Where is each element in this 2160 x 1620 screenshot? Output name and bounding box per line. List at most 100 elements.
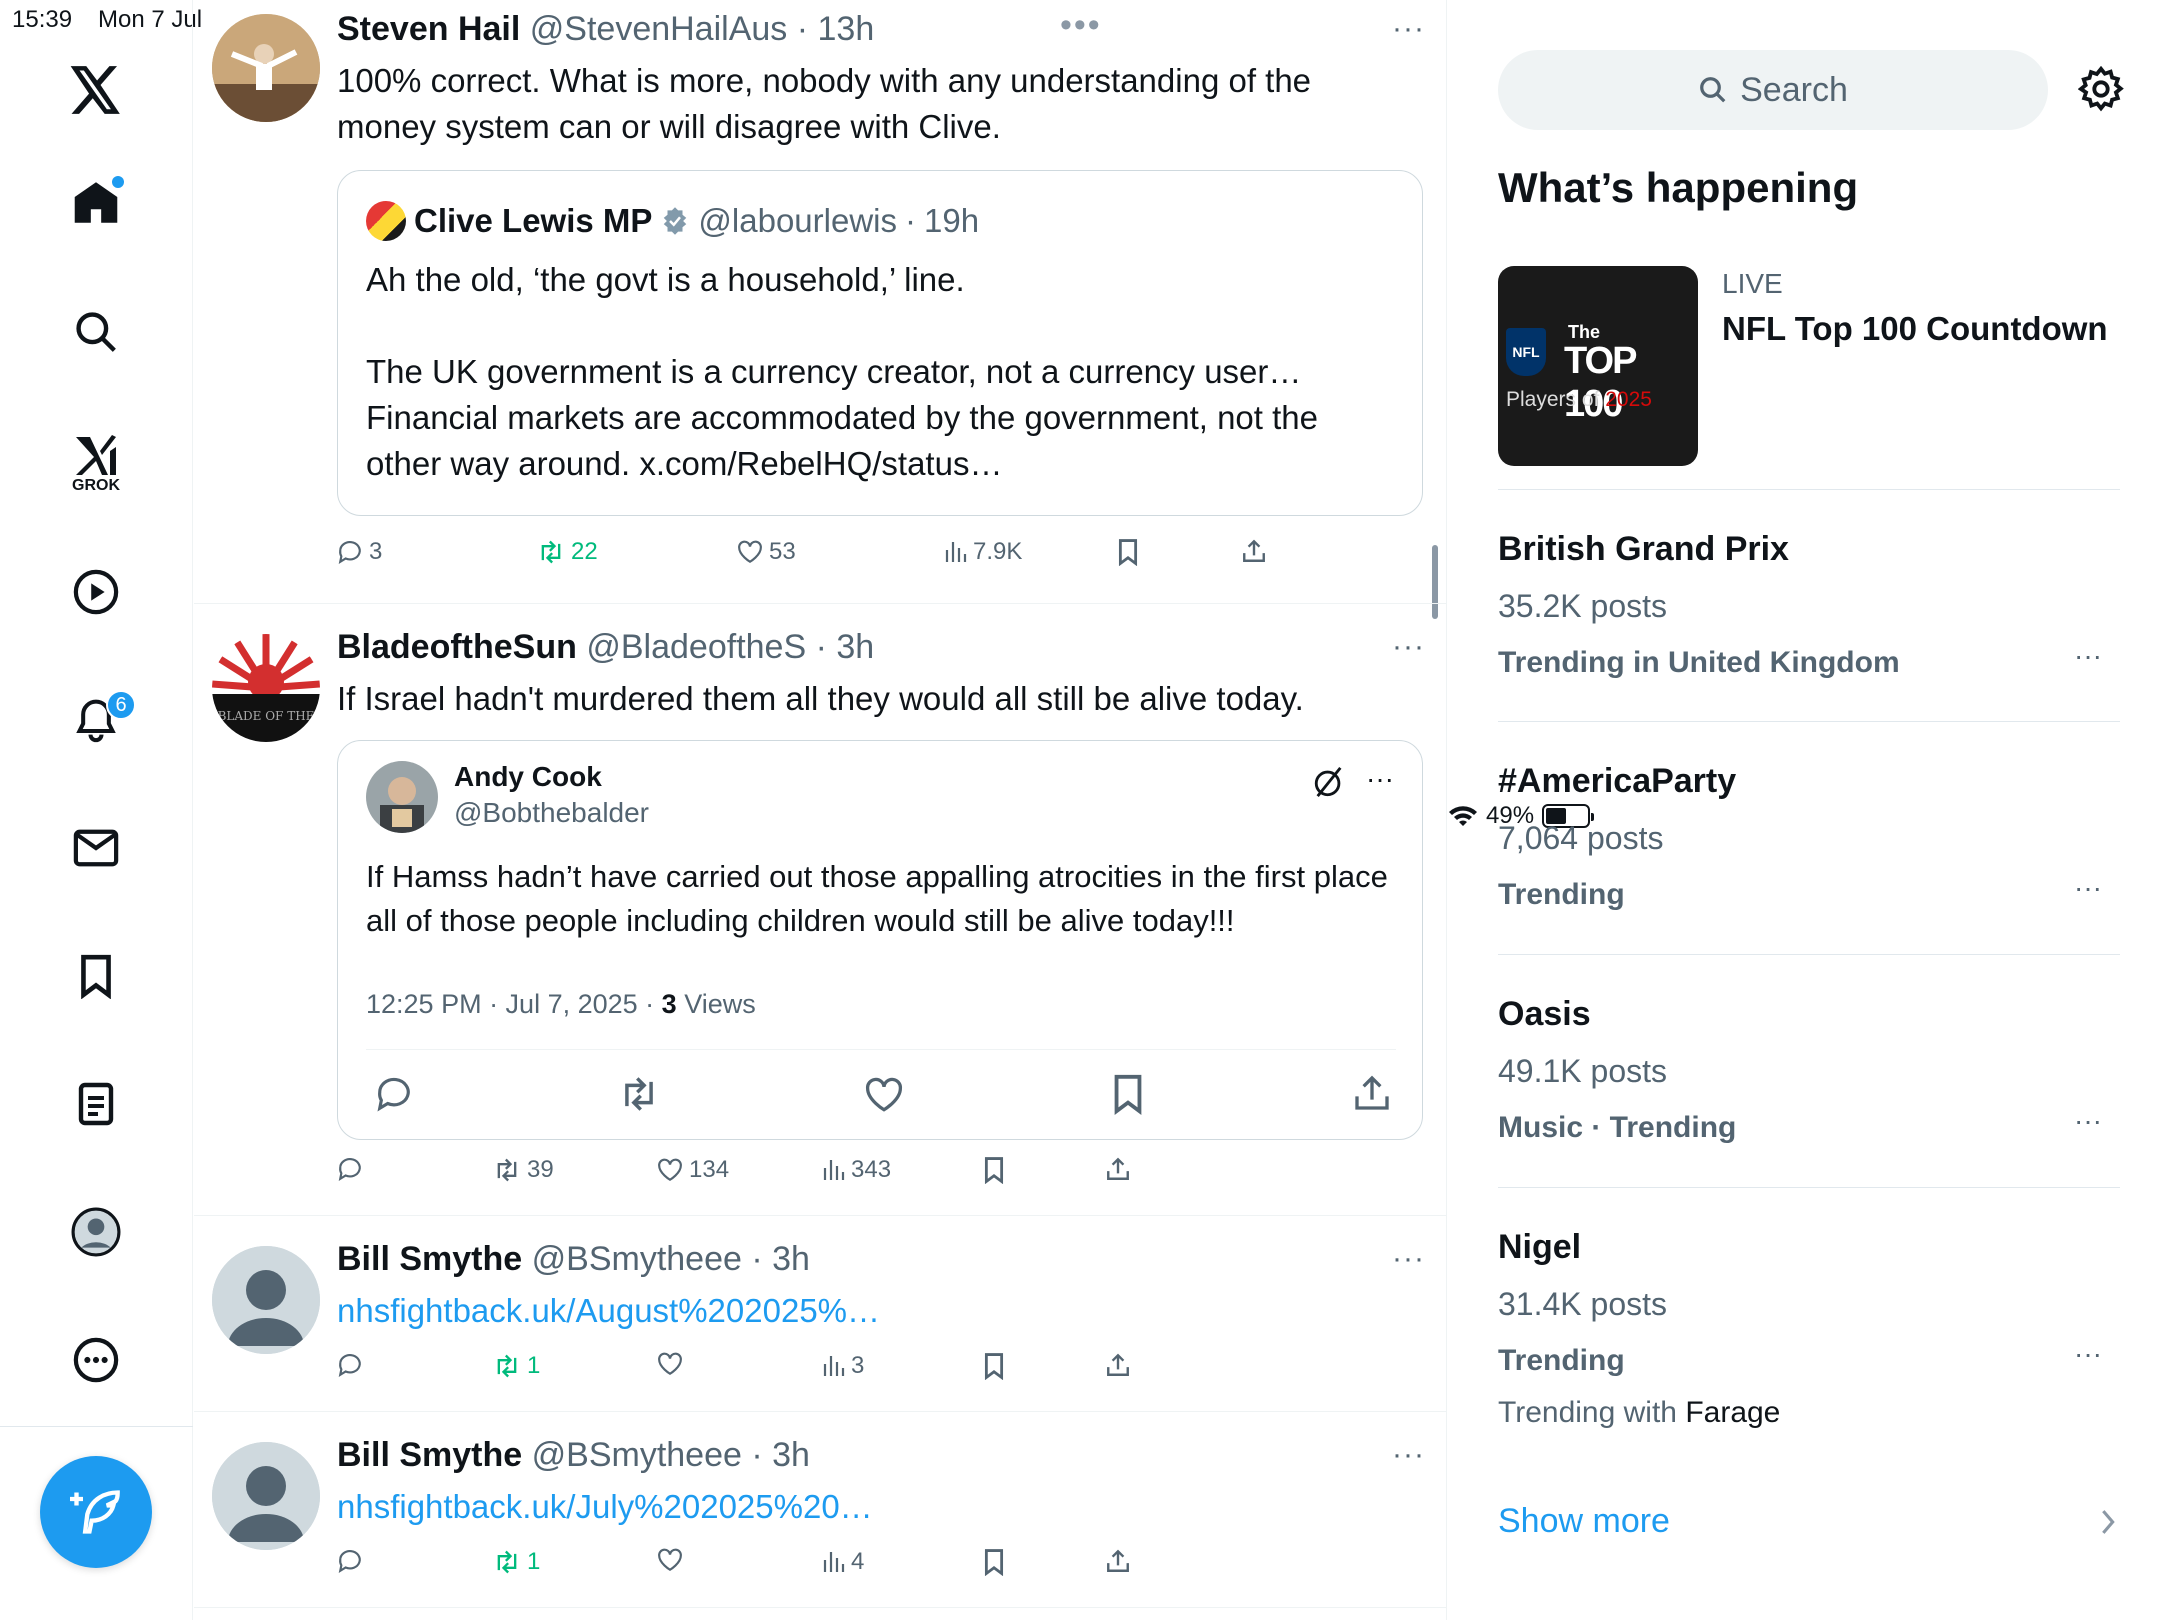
bookmark-button[interactable] [983,1548,1005,1576]
tweet[interactable]: Steven Hail @StevenHailAus · 13h ··· 100… [194,0,1446,604]
trend-more-button[interactable]: ··· [2074,640,2102,672]
trend-item[interactable]: #AmericaParty 7,064 posts Trending ··· [1498,722,2120,955]
tweet[interactable]: Bill Smythe @BSmytheee · 3h ··· nhsfight… [194,1216,1446,1412]
trend-posts: 7,064 posts [1498,820,1664,856]
tweet[interactable]: BLADE OF THE BladeoftheSun @BladeoftheS … [194,604,1446,1216]
gear-icon[interactable] [2078,66,2124,112]
reply-button[interactable]: 3 [337,538,382,566]
author-handle[interactable]: @BSmytheee [532,1240,742,1278]
views-button[interactable]: 3 [821,1352,864,1380]
search-icon [76,312,116,352]
trending-with: Trending with Farage [1498,1396,1780,1430]
nav-video[interactable] [66,562,126,622]
quote-text-line1: Ah the old, ‘the govt is a household,’ l… [366,261,965,298]
nav-home[interactable] [66,172,126,232]
live-event-card[interactable]: NFL The TOP 100 Players of 2025 LIVE NFL… [1498,264,2120,490]
views-button[interactable]: 7.9K [943,538,1022,566]
heart-icon[interactable] [864,1077,904,1113]
trend-item[interactable]: Nigel 31.4K posts Trending ··· Trending … [1498,1188,2120,1450]
tweet-link[interactable]: nhsfightback.uk/July%202025%20… [337,1484,1397,1530]
trend-more-button[interactable]: ··· [2074,1105,2102,1137]
chevron-right-icon[interactable] [2100,1508,2116,1536]
list-icon [78,1082,114,1126]
nav-grok[interactable]: GROK [66,424,126,504]
nav-notifications[interactable]: 6 [66,690,136,750]
tweet-time[interactable]: 13h [818,10,875,48]
repost-button[interactable]: 22 [537,538,598,566]
tweet-more-button[interactable]: ··· [1392,1242,1425,1276]
avatar[interactable] [212,1442,320,1550]
tweet-time[interactable]: 3h [772,1436,810,1474]
bookmark-button[interactable] [983,1156,1005,1184]
grok-slash-icon[interactable] [1312,765,1346,799]
reply-button[interactable] [337,1156,369,1182]
left-nav-rail: GROK 6 [0,0,193,1620]
trend-context: Trending [1498,1344,1625,1377]
author-name[interactable]: Bill Smythe [337,1240,522,1278]
nav-messages[interactable] [66,818,126,878]
more-circle-icon [73,1337,119,1383]
reply-icon[interactable] [374,1075,414,1113]
author-name[interactable]: Steven Hail [337,10,520,48]
compose-button[interactable] [40,1456,152,1568]
trend-item[interactable]: Oasis 49.1K posts Music · Trending ··· [1498,955,2120,1188]
share-button[interactable] [1105,1156,1131,1182]
author-handle[interactable]: @StevenHailAus [530,10,788,48]
quote-more-button[interactable]: ··· [1366,763,1394,795]
tweet[interactable]: Bill Smythe @BSmytheee · 3h ··· nhsfight… [194,1412,1446,1608]
tweet-link[interactable]: nhsfightback.uk/August%202025%… [337,1288,1397,1334]
author-handle[interactable]: @BladeoftheS [586,628,806,666]
trend-item[interactable]: British Grand Prix 35.2K posts Trending … [1498,490,2120,722]
tweet-more-button[interactable]: ··· [1392,630,1425,664]
tweet-text: If Israel hadn't murdered them all they … [337,680,1304,717]
author-name[interactable]: Bill Smythe [337,1436,522,1474]
bookmark-button[interactable] [983,1352,1005,1380]
reply-button[interactable] [337,1548,369,1574]
trending-with-name[interactable]: Farage [1685,1396,1780,1429]
reply-button[interactable] [337,1352,369,1378]
trend-more-button[interactable]: ··· [2074,872,2102,904]
tweet-more-button[interactable]: ··· [1392,1438,1425,1472]
share-button[interactable] [1241,538,1267,564]
nav-explore[interactable] [66,302,126,362]
rail-divider [0,1426,193,1427]
trend-name: Oasis [1498,995,1591,1033]
avatar-rising-sun: BLADE OF THE [212,634,320,742]
search-bar[interactable]: Search [1498,50,2048,130]
avatar[interactable]: BLADE OF THE [212,634,320,742]
quoted-tweet[interactable]: Clive Lewis MP @labourlewis · 19h Ah the o… [337,170,1423,516]
nav-bookmarks[interactable] [66,946,126,1006]
x-logo[interactable] [66,60,126,120]
nav-more[interactable] [66,1330,126,1390]
repost-button[interactable]: 1 [493,1548,540,1576]
tweet-time[interactable]: 3h [772,1240,810,1278]
bookmark-button[interactable] [1117,538,1139,566]
views-button[interactable]: 343 [821,1156,891,1184]
share-button[interactable] [1105,1352,1131,1378]
bookmark-icon[interactable] [1112,1073,1144,1115]
author-handle[interactable]: @BSmytheee [532,1436,742,1474]
reply-count: 3 [369,538,383,565]
tweet-more-button[interactable]: ··· [1392,12,1425,46]
avatar[interactable] [212,14,320,122]
like-button[interactable]: 53 [737,538,796,566]
like-button[interactable] [657,1352,689,1376]
views-button[interactable]: 4 [821,1548,864,1576]
avatar[interactable] [212,1246,320,1354]
share-button[interactable] [1105,1548,1131,1574]
trend-more-button[interactable]: ··· [2074,1338,2102,1370]
share-icon[interactable] [1352,1073,1392,1113]
like-button[interactable]: 134 [657,1156,729,1184]
repost-button[interactable]: 1 [493,1352,540,1380]
tweet-time[interactable]: 3h [836,628,874,666]
embedded-tweet-card[interactable]: Andy Cook @Bobthebalder ··· If Hamss had… [337,740,1423,1140]
repost-icon[interactable] [618,1075,660,1113]
show-more-link[interactable]: Show more [1498,1502,1670,1541]
nav-lists[interactable] [66,1074,126,1134]
like-button[interactable] [657,1548,689,1572]
author-name[interactable]: BladeoftheSun [337,628,577,666]
nav-profile[interactable] [66,1202,126,1262]
repost-button[interactable]: 39 [493,1156,554,1184]
reply-icon [338,540,361,564]
repost-icon [497,1354,517,1378]
